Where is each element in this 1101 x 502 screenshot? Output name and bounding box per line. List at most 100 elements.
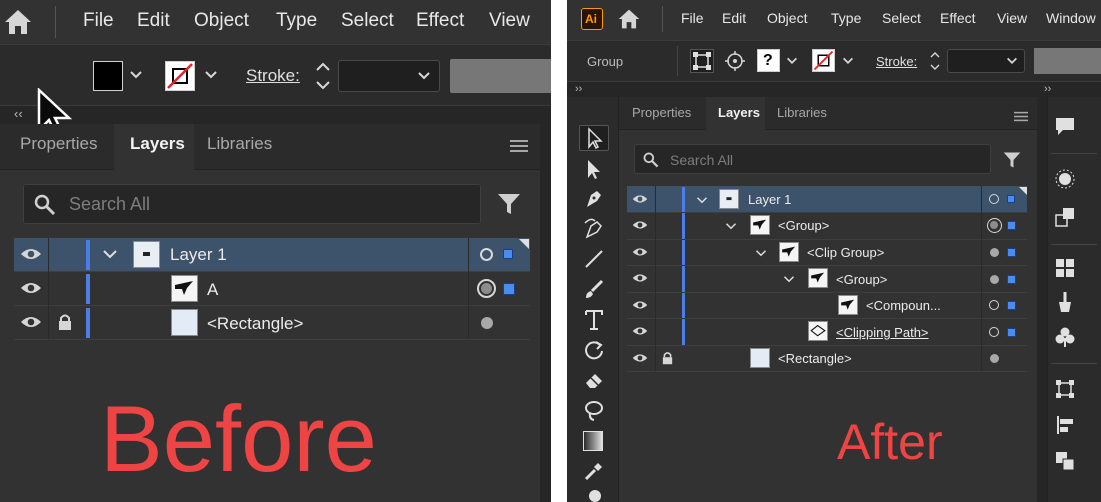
fill-dropdown-chevron-icon[interactable] — [785, 54, 799, 73]
selection-square-icon[interactable] — [503, 249, 513, 259]
stroke-weight-stepper[interactable] — [927, 48, 943, 79]
tab-libraries[interactable]: Libraries — [207, 134, 272, 154]
target-circle-icon[interactable] — [990, 354, 999, 363]
object-name[interactable]: <Group> — [778, 218, 829, 233]
rotate-tool-icon[interactable] — [583, 339, 605, 366]
expand-chevron-icon[interactable] — [102, 246, 118, 267]
gradient-tool-icon[interactable] — [583, 431, 603, 451]
menu-window[interactable]: Window — [1046, 10, 1096, 26]
stroke-swatch-none[interactable] — [812, 49, 835, 72]
transform-icon[interactable] — [1054, 206, 1076, 233]
target-circle-icon[interactable] — [480, 248, 493, 261]
menu-object[interactable]: Object — [767, 10, 807, 26]
target-circle-double-icon[interactable] — [987, 218, 1002, 233]
layers-search-field[interactable]: Search All — [23, 184, 481, 224]
stroke-swatch-none[interactable] — [165, 61, 195, 91]
selection-square-icon[interactable] — [1007, 301, 1016, 310]
target-circle-icon[interactable] — [989, 194, 999, 204]
menu-edit[interactable]: Edit — [137, 10, 170, 32]
visibility-eye-icon[interactable] — [632, 193, 648, 205]
pen-tool-icon[interactable] — [583, 187, 605, 214]
stroke-weight-chevron-icon[interactable] — [416, 68, 432, 89]
stroke-label[interactable]: Stroke: — [246, 66, 300, 86]
target-circle-icon[interactable] — [481, 317, 493, 329]
object-name[interactable]: A — [207, 280, 218, 300]
pathfinder-icon[interactable] — [1054, 450, 1076, 477]
visibility-eye-icon[interactable] — [632, 219, 648, 231]
selection-square-icon[interactable] — [1007, 248, 1016, 257]
expand-panels-icon[interactable]: ›› — [575, 83, 582, 95]
menu-file[interactable]: File — [681, 10, 704, 26]
menu-file[interactable]: File — [83, 10, 114, 32]
filter-icon[interactable] — [1003, 151, 1021, 174]
brightness-icon[interactable] — [1054, 168, 1076, 195]
selection-tool-icon[interactable] — [579, 125, 609, 151]
layer-row-layer1[interactable] — [14, 238, 530, 271]
menu-view[interactable]: View — [997, 10, 1027, 26]
menu-edit[interactable]: Edit — [722, 10, 746, 26]
target-circle-icon[interactable] — [989, 300, 999, 310]
type-tool-icon[interactable] — [583, 308, 605, 337]
transform-panel-icon[interactable] — [1054, 378, 1076, 405]
target-circle-icon[interactable] — [990, 248, 999, 257]
tab-properties[interactable]: Properties — [632, 105, 691, 120]
swatches-icon[interactable] — [1054, 257, 1076, 284]
layer-name[interactable]: Layer 1 — [748, 192, 791, 207]
curvature-tool-icon[interactable] — [583, 217, 605, 244]
symbols-club-icon[interactable] — [1054, 326, 1076, 353]
lock-icon[interactable] — [58, 313, 72, 331]
visibility-eye-icon[interactable] — [632, 299, 648, 311]
direct-selection-tool-icon[interactable] — [583, 157, 605, 186]
menu-select[interactable]: Select — [341, 10, 394, 32]
home-icon[interactable] — [617, 8, 641, 35]
selection-square-icon[interactable] — [1007, 328, 1016, 337]
transform-bounding-box-icon[interactable] — [690, 49, 714, 73]
panel-menu-icon[interactable] — [1014, 109, 1028, 127]
clipping-path-name[interactable]: <Clipping Path> — [836, 325, 929, 340]
home-icon[interactable] — [3, 8, 33, 36]
panel-menu-icon[interactable] — [510, 139, 528, 158]
menu-select[interactable]: Select — [882, 10, 921, 26]
reference-point-icon[interactable] — [724, 50, 746, 77]
expand-chevron-icon[interactable] — [696, 193, 708, 211]
tab-layers[interactable]: Layers — [130, 134, 185, 154]
visibility-eye-icon[interactable] — [632, 352, 648, 364]
line-segment-tool-icon[interactable] — [583, 248, 605, 275]
expand-panels-icon[interactable]: ›› — [1044, 83, 1051, 95]
layer-row-layer1[interactable] — [627, 186, 1027, 212]
comments-icon[interactable] — [1054, 115, 1076, 142]
target-circle-icon[interactable] — [989, 327, 999, 337]
selection-square-icon[interactable] — [1007, 275, 1016, 284]
fill-dropdown-chevron-icon[interactable] — [128, 67, 144, 88]
visibility-eye-icon[interactable] — [20, 246, 42, 262]
visibility-eye-icon[interactable] — [632, 325, 648, 337]
align-icon[interactable] — [1054, 414, 1076, 441]
object-name[interactable]: <Rectangle> — [778, 351, 852, 366]
selection-square-icon[interactable] — [1007, 221, 1016, 230]
eyedropper-tool-icon[interactable] — [583, 460, 605, 487]
object-name[interactable]: <Compoun... — [866, 298, 941, 313]
collapse-panels-icon[interactable]: ‹‹ — [14, 106, 23, 121]
stroke-dropdown-chevron-icon[interactable] — [203, 67, 219, 88]
fill-unknown-swatch[interactable]: ? — [757, 49, 780, 72]
more-tools-icon[interactable] — [589, 490, 601, 502]
lasso-tool-icon[interactable] — [583, 399, 605, 428]
selection-square-icon[interactable] — [1007, 195, 1015, 203]
selection-square-icon[interactable] — [503, 283, 515, 295]
visibility-eye-icon[interactable] — [20, 314, 42, 330]
menu-type[interactable]: Type — [276, 10, 317, 32]
visibility-eye-icon[interactable] — [632, 246, 648, 258]
object-name[interactable]: <Rectangle> — [207, 314, 303, 334]
object-name[interactable]: <Group> — [836, 272, 887, 287]
tab-layers[interactable]: Layers — [718, 105, 760, 120]
fill-swatch[interactable] — [93, 61, 123, 91]
visibility-eye-icon[interactable] — [632, 272, 648, 284]
tab-libraries[interactable]: Libraries — [777, 105, 827, 120]
stroke-weight-stepper[interactable] — [311, 59, 335, 93]
visibility-eye-icon[interactable] — [20, 280, 42, 296]
expand-chevron-icon[interactable] — [783, 272, 795, 290]
brushes-icon[interactable] — [1054, 290, 1076, 319]
menu-view[interactable]: View — [489, 10, 530, 32]
lock-icon[interactable] — [662, 351, 673, 365]
stroke-label[interactable]: Stroke: — [876, 54, 917, 69]
